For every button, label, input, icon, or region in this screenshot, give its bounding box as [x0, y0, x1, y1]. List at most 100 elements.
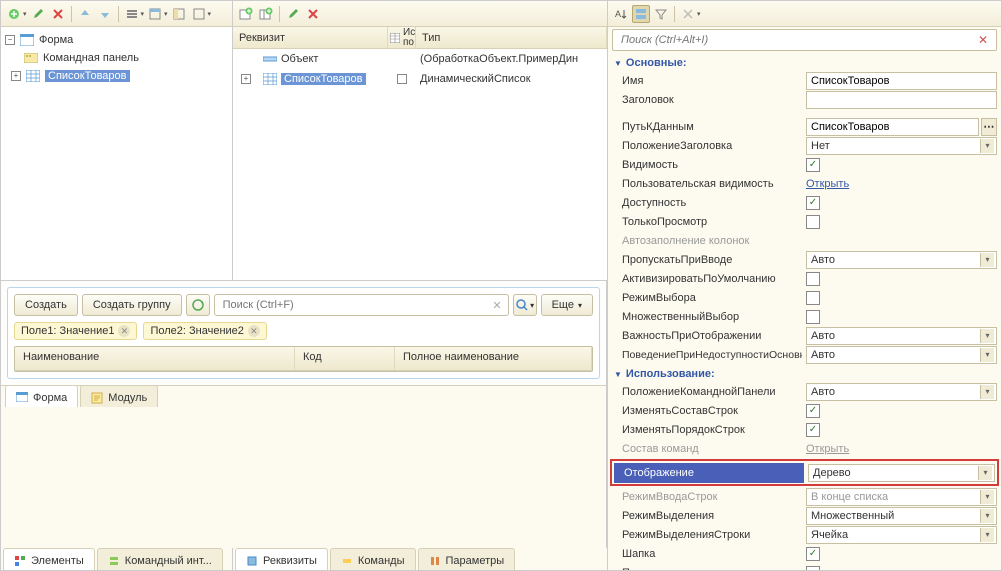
col-header[interactable]: Наименование — [15, 347, 295, 370]
prop-label: ИзменятьСоставСтрок — [612, 405, 802, 417]
col-header[interactable]: Ис по — [388, 27, 416, 48]
prop-group-main[interactable]: ▼Основные: — [612, 53, 997, 71]
chip-close-icon[interactable]: ✕ — [248, 325, 260, 337]
filter-icon[interactable] — [652, 5, 670, 23]
checkbox[interactable] — [806, 272, 820, 286]
expand-icon[interactable]: + — [241, 74, 251, 84]
checkbox-checked[interactable]: ✓ — [806, 404, 820, 418]
tab-commands[interactable]: Команды — [330, 548, 416, 570]
prop-select[interactable]: Авто▾ — [806, 327, 997, 345]
prop-select[interactable]: Нет▾ — [806, 137, 997, 155]
checkbox-checked[interactable]: ✓ — [806, 158, 820, 172]
panel-icon[interactable] — [170, 5, 188, 23]
checkbox-checked[interactable]: ✓ — [806, 196, 820, 210]
layout-icon[interactable] — [146, 5, 164, 23]
prop-label-selected[interactable]: Отображение — [614, 463, 804, 483]
tab-params[interactable]: Параметры — [418, 548, 516, 570]
search-icon[interactable]: ▾ — [513, 294, 537, 316]
col-header[interactable]: Тип — [416, 27, 607, 48]
search-input[interactable] — [619, 33, 976, 47]
tab-command-int[interactable]: Командный инт... — [97, 548, 223, 570]
prop-label: ПоложениеЗаголовка — [612, 140, 802, 152]
chip-close-icon[interactable]: ✕ — [118, 325, 130, 337]
checkbox-checked[interactable]: ✓ — [806, 423, 820, 437]
clear-icon[interactable]: ✕ — [976, 33, 990, 47]
param-icon — [429, 555, 441, 567]
tree-item[interactable]: Командная панель — [3, 49, 230, 67]
delete-icon[interactable] — [49, 5, 67, 23]
edit-icon[interactable] — [29, 5, 47, 23]
prop-select[interactable]: Авто▾ — [806, 346, 997, 364]
refresh-icon[interactable] — [186, 294, 210, 316]
tab-attrs[interactable]: Реквизиты — [235, 548, 328, 570]
ellipsis-button[interactable]: ⋯ — [981, 118, 997, 136]
prop-label: Автозаполнение колонок — [612, 235, 802, 247]
col-header[interactable]: Полное наименование — [395, 347, 592, 370]
delete-icon[interactable] — [304, 5, 322, 23]
prop-label: АктивизироватьПоУмолчанию — [612, 273, 802, 285]
checkbox[interactable] — [806, 215, 820, 229]
prop-label: РежимВводаСтрок — [612, 491, 802, 503]
checkbox-icon[interactable] — [397, 74, 407, 84]
prop-label: Пользовательская видимость — [612, 178, 802, 190]
more-icon[interactable] — [190, 5, 208, 23]
form-icon — [16, 392, 28, 404]
checkbox[interactable] — [806, 310, 820, 324]
highlight-display: Отображение Дерево▾ — [610, 459, 999, 486]
checkbox-checked[interactable]: ✓ — [806, 547, 820, 561]
col-header[interactable]: Реквизит — [233, 27, 388, 48]
tab-module[interactable]: Модуль — [80, 385, 158, 407]
prop-select[interactable]: Множественный▾ — [806, 507, 997, 525]
close-icon[interactable] — [679, 5, 697, 23]
prop-select[interactable]: Авто▾ — [806, 383, 997, 401]
prop-select-display[interactable]: Дерево▾ — [808, 464, 995, 482]
tree-item-selected[interactable]: + СписокТоваров — [3, 67, 230, 85]
left-toolbar: ▾ ▾ ▾ ▾ — [1, 1, 232, 27]
col-header[interactable]: Код — [295, 347, 395, 370]
down-icon[interactable] — [96, 5, 114, 23]
prop-label: ПропускатьПриВводе — [612, 254, 802, 266]
attr-row-selected[interactable]: +СписокТоваров ДинамическийСписок — [233, 69, 607, 89]
filter-chip[interactable]: Поле2: Значение2✕ — [143, 322, 266, 340]
collapse-icon[interactable]: − — [5, 35, 15, 45]
prop-link[interactable]: Открыть — [806, 178, 849, 190]
prop-search[interactable]: ✕ — [612, 29, 997, 51]
tree-root[interactable]: − Форма — [3, 31, 230, 49]
prop-label: РежимВыбора — [612, 292, 802, 304]
list-icon[interactable] — [123, 5, 141, 23]
add-icon[interactable] — [5, 5, 23, 23]
add-col-icon[interactable] — [257, 5, 275, 23]
prop-select[interactable]: Ячейка▾ — [806, 526, 997, 544]
add-attr-icon[interactable] — [237, 5, 255, 23]
prop-label: Заголовок — [612, 94, 802, 106]
clear-icon[interactable]: ✕ — [492, 299, 501, 312]
prop-input-title[interactable] — [806, 91, 997, 109]
tab-elements[interactable]: Элементы — [3, 548, 95, 570]
prop-input-path[interactable] — [806, 118, 979, 136]
attr-row[interactable]: Объект (ОбработкаОбъект.ПримерДин — [233, 49, 607, 69]
prop-group-usage[interactable]: ▼Использование: — [612, 364, 997, 382]
prop-select[interactable]: Авто▾ — [806, 251, 997, 269]
form-preview: Создать Создать группу ✕ ▾ Еще▾ Поле1: З… — [7, 287, 600, 379]
preview-search[interactable]: ✕ — [214, 294, 509, 316]
sort-icon[interactable]: A — [612, 5, 630, 23]
prop-input-name[interactable] — [806, 72, 997, 90]
cmd-icon — [341, 555, 353, 567]
categories-icon[interactable] — [632, 5, 650, 23]
filter-chip[interactable]: Поле1: Значение1✕ — [14, 322, 137, 340]
checkbox[interactable] — [806, 291, 820, 305]
checkbox[interactable] — [806, 566, 820, 571]
expand-icon[interactable]: + — [11, 71, 21, 81]
prop-label: ВажностьПриОтображении — [612, 330, 802, 342]
edit-icon[interactable] — [284, 5, 302, 23]
mid-tabs: Реквизиты Команды Параметры — [233, 546, 607, 570]
preview-table[interactable]: Наименование Код Полное наименование — [14, 346, 593, 372]
prop-select: В конце списка▾ — [806, 488, 997, 506]
more-button[interactable]: Еще▾ — [541, 294, 593, 316]
tab-form[interactable]: Форма — [5, 385, 78, 407]
table-icon — [390, 33, 400, 43]
create-group-button[interactable]: Создать группу — [82, 294, 182, 316]
create-button[interactable]: Создать — [14, 294, 78, 316]
search-input[interactable] — [221, 298, 493, 312]
up-icon[interactable] — [76, 5, 94, 23]
